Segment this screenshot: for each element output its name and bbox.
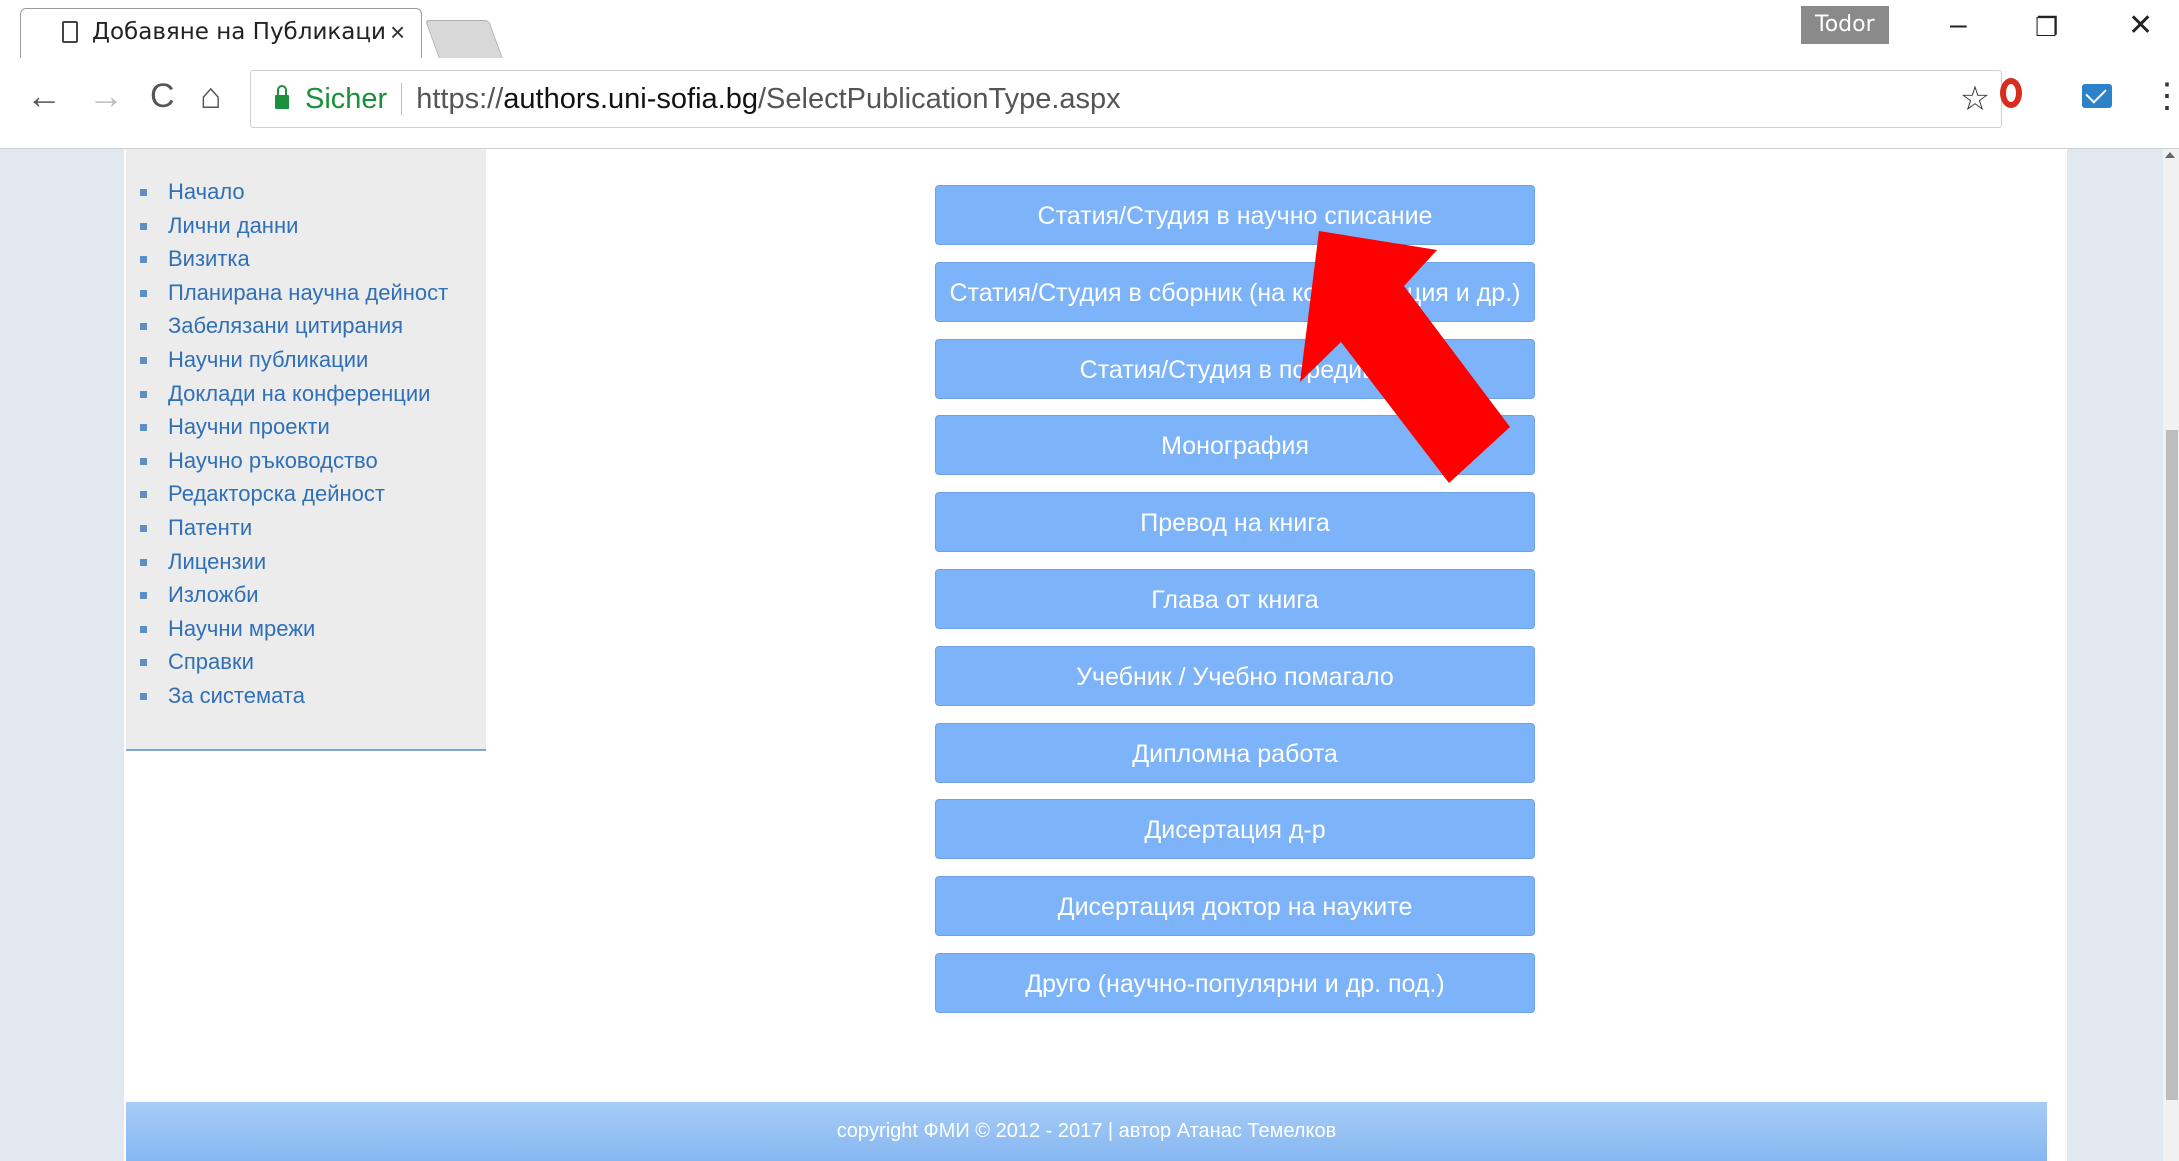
publication-type-button[interactable]: Друго (научно-популярни и др. под.)	[935, 953, 1535, 1013]
sidebar-item[interactable]: Патенти	[140, 511, 486, 545]
sidebar-item[interactable]: Лицензии	[140, 545, 486, 579]
footer-copyright: copyright ФМИ © 2012 - 2017 | автор Атан…	[836, 1120, 1337, 1142]
footer: copyright ФМИ © 2012 - 2017 | автор Атан…	[126, 1102, 2047, 1161]
page-container: Начало Лични данни Визитка Планирана научна…	[124, 149, 2067, 1161]
sidebar-item[interactable]: Научно ръководство	[140, 444, 486, 478]
tab-close-icon[interactable]: ×	[390, 17, 405, 48]
publication-type-button[interactable]: Статия/Студия в поредица	[935, 338, 1535, 399]
restore-icon[interactable]: ❐	[2035, 12, 2058, 43]
publication-type-button[interactable]: Превод на книга	[935, 492, 1535, 553]
sidebar-item[interactable]: Забелязани цитирания	[140, 309, 486, 343]
lock-icon	[275, 85, 289, 109]
scroll-up-arrow-icon[interactable]	[2165, 152, 2175, 158]
url-path: /SelectPublicationType.aspx	[757, 82, 1121, 115]
sidebar-item[interactable]: Научни публикации	[140, 343, 486, 377]
publication-type-button[interactable]: Статия/Студия в сборник (на конференция …	[935, 261, 1535, 322]
url-separator	[401, 83, 403, 115]
sidebar-item[interactable]: Научни мрежи	[140, 612, 486, 646]
sidebar-item[interactable]: Доклади на конференции	[140, 377, 486, 411]
browser-toolbar: ← → C ⌂ Sicher https:// authors.uni-sofi…	[0, 58, 2179, 149]
sidebar-item[interactable]: Научни проекти	[140, 410, 486, 444]
address-bar[interactable]: Sicher https:// authors.uni-sofia.bg /Se…	[250, 70, 2002, 128]
publication-type-button[interactable]: Дисертация д-р	[935, 799, 1535, 860]
sidebar-item[interactable]: Изложби	[140, 578, 486, 612]
sidebar-item[interactable]: Начало	[140, 175, 486, 209]
minimize-icon[interactable]: –	[1950, 8, 1967, 42]
sidebar-item[interactable]: За системата	[140, 679, 486, 713]
scrollbar-thumb[interactable]	[2166, 430, 2178, 1100]
browser-titlebar: Добавяне на Публикаци × Todor – ❐ ✕	[0, 0, 2179, 61]
new-tab-button[interactable]	[424, 20, 504, 59]
publication-type-button[interactable]: Статия/Студия в научно списание	[935, 185, 1535, 245]
url-host: authors.uni-sofia.bg	[503, 82, 758, 115]
sidebar-item[interactable]: Планирана научна дейност	[140, 276, 486, 310]
publication-type-button[interactable]: Дипломна работа	[935, 722, 1535, 783]
sidebar-item[interactable]: Справки	[140, 645, 486, 679]
sidebar-item[interactable]: Редакторска дейност	[140, 477, 486, 511]
mail-extension-icon[interactable]	[2082, 84, 2112, 108]
publication-type-button[interactable]: Учебник / Учебно помагало	[935, 645, 1535, 706]
reload-icon[interactable]: C	[150, 76, 175, 116]
secure-label: Sicher	[305, 82, 388, 115]
bookmark-star-icon[interactable]: ☆	[1949, 79, 2001, 119]
sidebar-list: Начало Лични данни Визитка Планирана научна…	[126, 149, 486, 713]
publication-type-button[interactable]: Глава от книга	[935, 569, 1535, 629]
browser-menu-icon[interactable]: ⋮	[2150, 76, 2179, 116]
forward-arrow-icon[interactable]: →	[88, 76, 124, 116]
opera-extension-icon[interactable]	[2000, 78, 2022, 108]
page-viewport: Начало Лични данни Визитка Планирана научна…	[0, 149, 2163, 1161]
back-arrow-icon[interactable]: ←	[26, 76, 62, 116]
tab-title: Добавяне на Публикаци	[92, 19, 384, 45]
browser-tab-content[interactable]: Добавяне на Публикаци ×	[36, 8, 436, 56]
publication-type-button[interactable]: Дисертация доктор на науките	[935, 876, 1535, 937]
url-scheme: https://	[416, 82, 504, 115]
publication-type-button[interactable]: Монография	[935, 415, 1535, 476]
sidebar-item[interactable]: Лични данни	[140, 209, 486, 243]
sidebar-item[interactable]: Визитка	[140, 242, 486, 276]
profile-badge[interactable]: Todor	[1801, 6, 1889, 44]
document-icon	[62, 21, 78, 43]
home-icon[interactable]: ⌂	[200, 76, 222, 116]
sidebar-menu: Начало Лични данни Визитка Планирана научна…	[126, 149, 486, 751]
close-window-icon[interactable]: ✕	[2128, 8, 2153, 43]
